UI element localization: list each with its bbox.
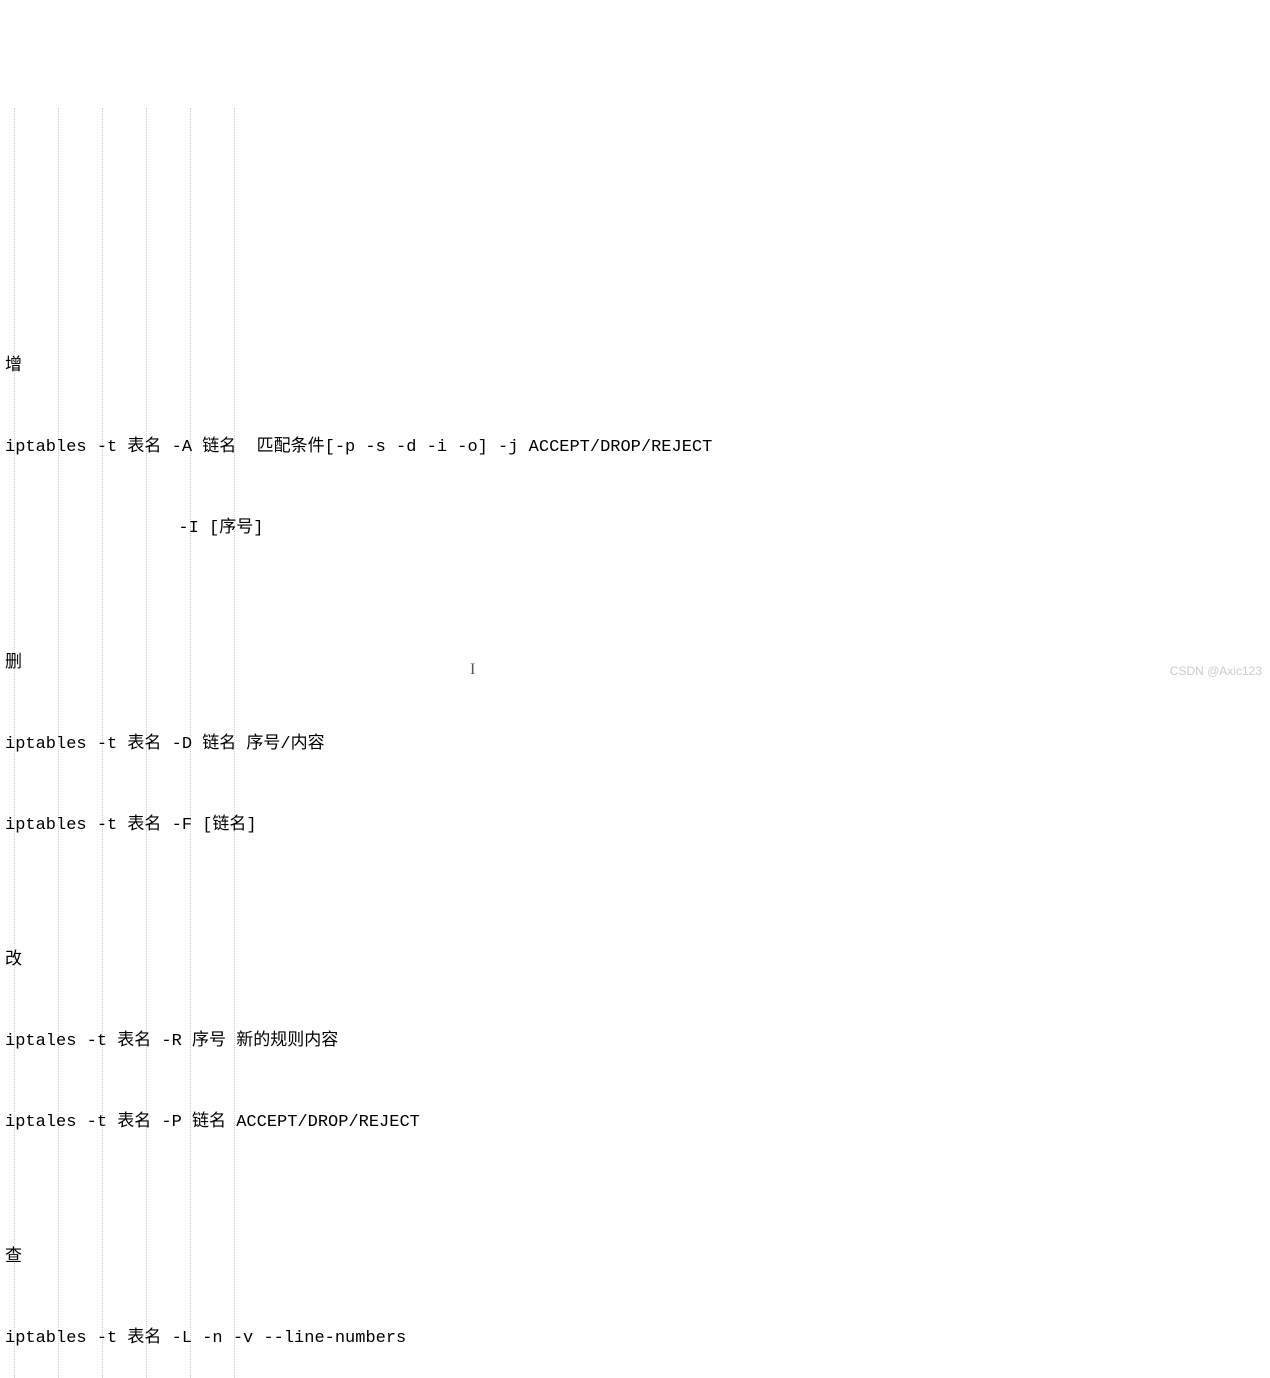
code-line: iptales -t 表名 -R 序号 新的规则内容	[5, 1028, 1265, 1055]
text-editor-pane[interactable]: 增 iptables -t 表名 -A 链名 匹配条件[-p -s -d -i …	[0, 108, 1270, 1378]
code-line: iptables -t 表名 -L -n -v --line-numbers	[5, 1325, 1265, 1352]
code-line: iptales -t 表名 -P 链名 ACCEPT/DROP/REJECT	[5, 1109, 1265, 1136]
code-line: -I [序号]	[5, 515, 1265, 542]
mouse-ibeam-icon: I	[470, 656, 475, 683]
code-line: iptables -t 表名 -A 链名 匹配条件[-p -s -d -i -o…	[5, 434, 1265, 461]
code-line: 改	[5, 947, 1265, 974]
code-line: iptables -t 表名 -F [链名]	[5, 812, 1265, 839]
code-line: 增	[5, 353, 1265, 380]
watermark-text: CSDN @Axic123	[1170, 658, 1262, 685]
code-line: iptables -t 表名 -D 链名 序号/内容	[5, 731, 1265, 758]
code-line: 删	[5, 650, 1265, 677]
code-line: 查	[5, 1244, 1265, 1271]
